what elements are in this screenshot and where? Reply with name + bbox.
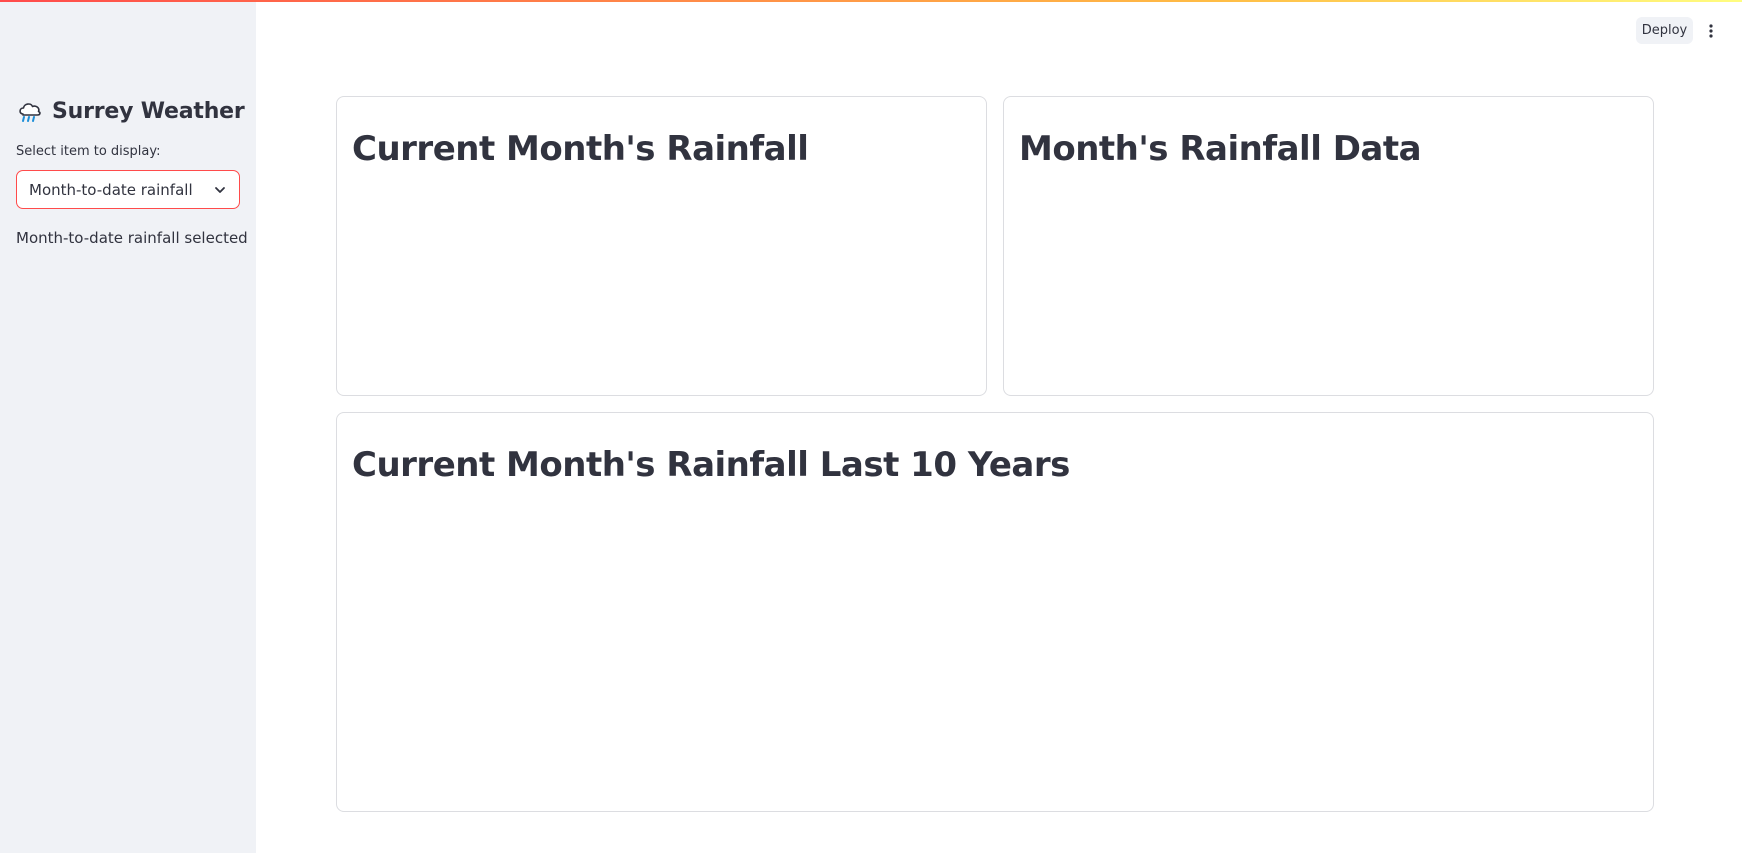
card-title: Current Month's Rainfall (352, 129, 809, 169)
select-label: Select item to display: (16, 144, 161, 159)
app-title: Surrey Weather (52, 98, 245, 124)
rain-cloud-icon (19, 103, 41, 122)
sidebar: Surrey Weather Select item to display: M… (0, 0, 256, 853)
card-content-area (352, 513, 1638, 796)
card-title: Current Month's Rainfall Last 10 Years (352, 445, 1070, 485)
sidebar-brand: Surrey Weather (16, 96, 245, 126)
selection-status-text: Month-to-date rainfall selected (16, 229, 248, 247)
main-menu-button[interactable] (1700, 17, 1722, 44)
select-value: Month-to-date rainfall (29, 180, 193, 199)
chevron-down-icon (215, 186, 225, 193)
top-decoration-bar (0, 0, 1742, 2)
card-content-area (352, 197, 971, 380)
rainfall-last-10-years-card: Current Month's Rainfall Last 10 Years (336, 412, 1654, 812)
display-item-select[interactable]: Month-to-date rainfall (16, 170, 240, 209)
card-content-area (1019, 197, 1638, 380)
vertical-ellipsis-icon (1709, 23, 1713, 38)
deploy-button[interactable]: Deploy (1636, 17, 1693, 44)
current-month-rainfall-card: Current Month's Rainfall (336, 96, 987, 396)
card-title: Month's Rainfall Data (1019, 129, 1422, 169)
month-rainfall-data-card: Month's Rainfall Data (1003, 96, 1654, 396)
